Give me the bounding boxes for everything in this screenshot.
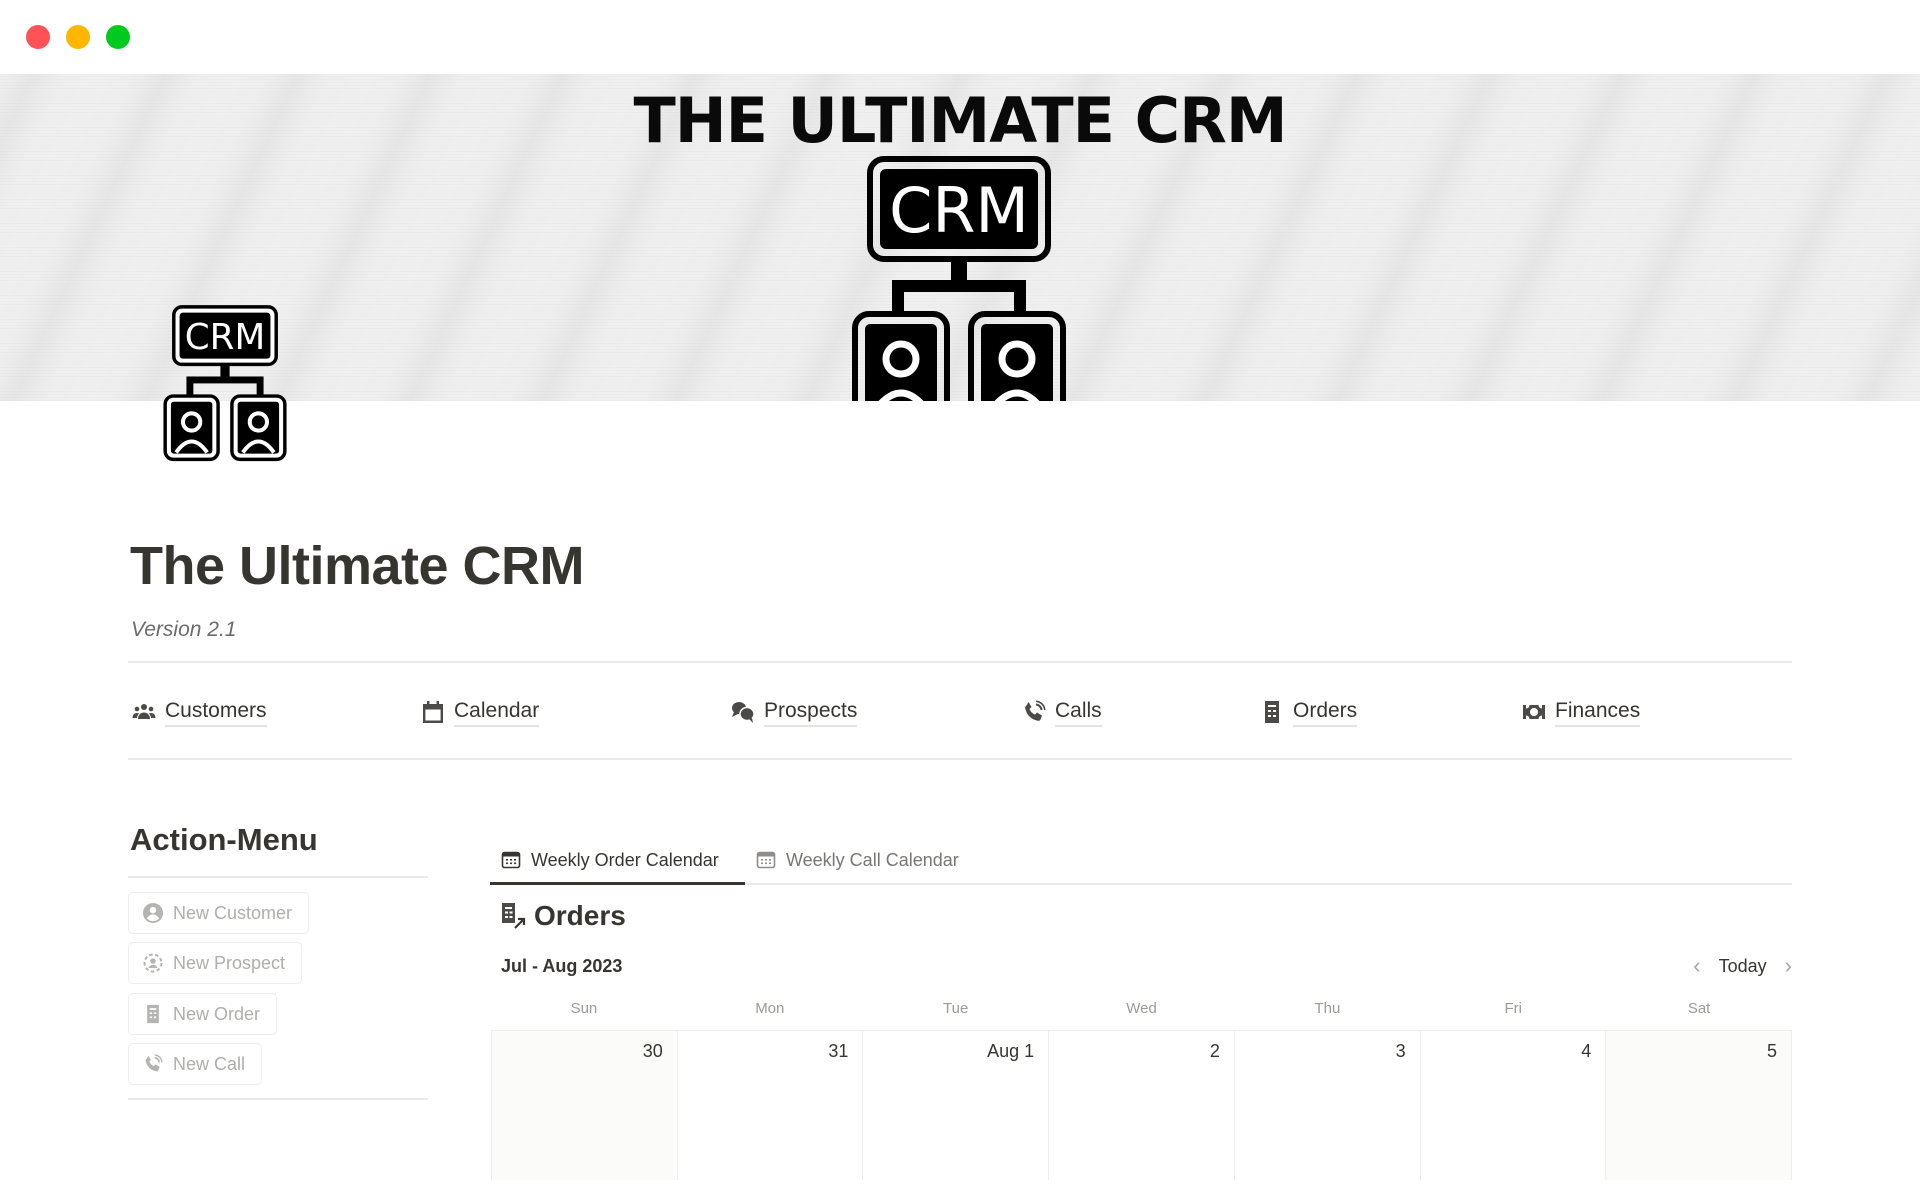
receipt-icon (1259, 699, 1285, 725)
database-title-label: Orders (534, 900, 626, 931)
button-label: New Order (173, 1003, 261, 1024)
user-circle-icon (143, 903, 163, 923)
calendar-day-cell[interactable]: 31 (678, 1031, 864, 1180)
tab-label: Weekly Order Calendar (531, 849, 719, 870)
day-number: 5 (1767, 1041, 1778, 1061)
window-close-button[interactable] (26, 25, 50, 49)
chevron-right-icon[interactable]: › (1785, 954, 1792, 978)
database-title[interactable]: Orders (500, 900, 626, 932)
nav-link-calendar[interactable]: Calendar (420, 696, 540, 728)
phone-icon (145, 1054, 163, 1072)
calendar-day-cell[interactable]: 4 (1421, 1031, 1607, 1180)
day-header: Sun (570, 1000, 598, 1017)
day-header: Sat (1687, 1000, 1711, 1017)
button-label: New Customer (173, 902, 293, 923)
nav-label: Finances (1555, 698, 1641, 727)
people-icon (131, 699, 157, 725)
day-header: Tue (943, 1000, 969, 1017)
divider (128, 1098, 428, 1100)
nav-link-prospects[interactable]: Prospects (730, 696, 858, 728)
day-number: Aug 1 (987, 1041, 1035, 1061)
day-header: Mon (755, 1000, 785, 1017)
nav-label: Calls (1055, 698, 1102, 727)
new-customer-button[interactable]: New Customer (128, 892, 310, 934)
button-label: New Call (173, 1053, 246, 1074)
active-tab-indicator (490, 882, 745, 885)
svg-text:CRM: CRM (889, 174, 1029, 247)
receipt-icon (147, 1004, 159, 1024)
nav-link-calls[interactable]: Calls (1021, 696, 1102, 728)
nav-label: Prospects (764, 698, 858, 727)
window-maximize-button[interactable] (106, 25, 130, 49)
calendar-navigation: ‹ Today › (1693, 954, 1792, 978)
calendar-day-cell[interactable]: 2 (1049, 1031, 1235, 1180)
divider (128, 758, 1792, 760)
divider (128, 876, 428, 878)
page-subtitle: Version 2.1 (131, 618, 237, 641)
chevron-left-icon[interactable]: ‹ (1693, 954, 1700, 978)
day-number: 30 (642, 1041, 663, 1061)
new-call-button[interactable]: New Call (128, 1043, 263, 1085)
page-icon[interactable]: CRM (141, 304, 309, 472)
svg-text:CRM: CRM (185, 317, 265, 358)
new-prospect-button[interactable]: New Prospect (128, 942, 303, 984)
divider (128, 661, 1792, 663)
day-number: 31 (828, 1041, 849, 1061)
action-menu-title: Action-Menu (130, 822, 318, 857)
receipt-link-icon (502, 903, 526, 929)
calendar-day-cell[interactable]: Aug 1 (863, 1031, 1050, 1180)
nav-label: Customers (165, 698, 267, 727)
window-minimize-button[interactable] (66, 25, 90, 49)
nav-link-customers[interactable]: Customers (131, 696, 267, 728)
day-header: Fri (1504, 1000, 1522, 1017)
tab-weekly-call-calendar[interactable]: Weekly Call Calendar (756, 846, 959, 874)
calendar-icon (420, 699, 446, 725)
user-dashed-circle-icon (143, 953, 163, 973)
nav-label: Calendar (454, 698, 540, 727)
nav-label: Orders (1293, 698, 1358, 727)
new-order-button[interactable]: New Order (128, 993, 278, 1035)
window-titlebar (0, 0, 1920, 74)
month-label: Jul - Aug 2023 (501, 956, 623, 976)
day-number: 4 (1581, 1041, 1592, 1061)
nav-link-finances[interactable]: Finances (1521, 696, 1641, 728)
nav-link-orders[interactable]: Orders (1259, 696, 1358, 728)
tab-weekly-order-calendar[interactable]: Weekly Order Calendar (501, 846, 719, 874)
phone-icon (1021, 699, 1047, 725)
crm-network-icon: CRM (852, 156, 1066, 401)
day-number: 2 (1209, 1041, 1220, 1061)
calendar-week-grid: 30 31 Aug 1 2 3 4 5 (491, 1030, 1793, 1180)
chat-bubbles-icon (730, 699, 756, 725)
page-title[interactable]: The Ultimate CRM (130, 535, 585, 597)
today-button[interactable]: Today (1719, 956, 1767, 977)
cover-title: THE ULTIMATE CRM (633, 84, 1287, 157)
calendar-day-cell[interactable]: 3 (1235, 1031, 1421, 1180)
calendar-day-cell[interactable]: 5 (1606, 1031, 1793, 1180)
calendar-view-icon (756, 851, 776, 869)
day-header: Wed (1126, 1000, 1157, 1017)
money-icon (1521, 699, 1547, 725)
calendar-day-cell[interactable]: 30 (492, 1031, 678, 1180)
day-header: Thu (1314, 1000, 1341, 1017)
button-label: New Prospect (173, 952, 286, 973)
day-number: 3 (1395, 1041, 1406, 1061)
day-headers: Sun Mon Tue Wed Thu Fri Sat (491, 1000, 1792, 1017)
tab-label: Weekly Call Calendar (786, 849, 959, 870)
calendar-view-icon (501, 851, 521, 869)
